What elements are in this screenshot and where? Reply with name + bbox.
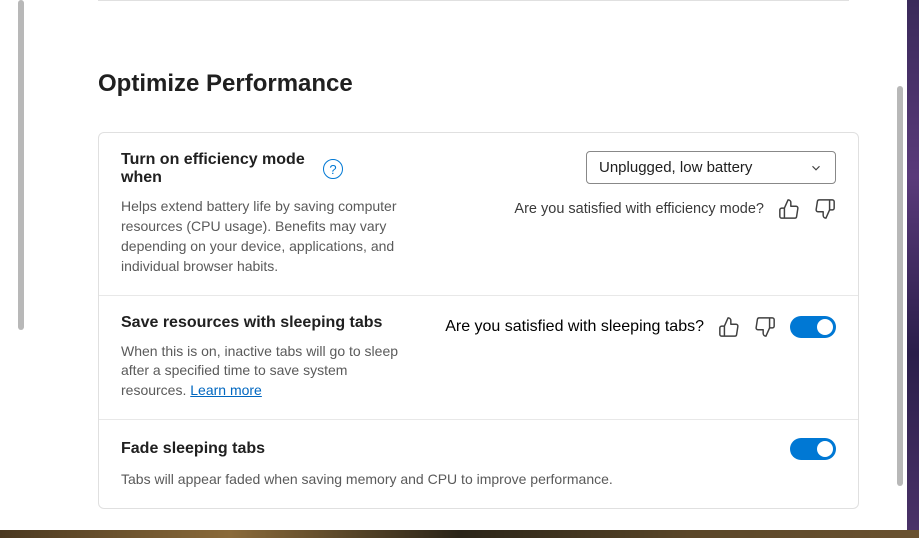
efficiency-left: Turn on efficiency mode when ? Helps ext… [121, 151, 406, 277]
chevron-down-icon [809, 161, 823, 175]
efficiency-right: Unplugged, low battery Are you satisfied… [406, 151, 836, 220]
section-title: Optimize Performance [98, 70, 859, 98]
efficiency-row: Turn on efficiency mode when ? Helps ext… [99, 133, 858, 295]
dropdown-selected-value: Unplugged, low battery [599, 159, 752, 176]
sleeping-left: Save resources with sleeping tabs When t… [121, 314, 406, 402]
settings-content: Optimize Performance Turn on efficiency … [0, 0, 919, 530]
toggle-knob [817, 319, 833, 335]
efficiency-mode-dropdown[interactable]: Unplugged, low battery [586, 151, 836, 184]
efficiency-title: Turn on efficiency mode when [121, 151, 311, 187]
efficiency-feedback: Are you satisfied with efficiency mode? [514, 198, 836, 220]
desktop-background-bottom [0, 530, 919, 538]
section-divider [98, 0, 849, 1]
desktop-background-right [907, 0, 919, 530]
fade-desc: Tabs will appear faded when saving memor… [121, 470, 836, 490]
thumbs-down-icon[interactable] [814, 198, 836, 220]
fade-left: Fade sleeping tabs Tabs will appear fade… [121, 438, 836, 490]
thumbs-up-icon[interactable] [718, 316, 740, 338]
thumbs-down-icon[interactable] [754, 316, 776, 338]
performance-card: Turn on efficiency mode when ? Helps ext… [98, 132, 859, 509]
fade-tabs-row: Fade sleeping tabs Tabs will appear fade… [99, 419, 858, 508]
efficiency-desc: Helps extend battery life by saving comp… [121, 197, 406, 277]
inner-scrollbar[interactable] [897, 86, 903, 486]
sleeping-desc: When this is on, inactive tabs will go t… [121, 342, 406, 402]
learn-more-link[interactable]: Learn more [190, 382, 262, 398]
sleeping-feedback-label: Are you satisfied with sleeping tabs? [445, 318, 704, 336]
fade-title: Fade sleeping tabs [121, 440, 265, 458]
sleeping-tabs-row: Save resources with sleeping tabs When t… [99, 295, 858, 420]
sleeping-title: Save resources with sleeping tabs [121, 314, 406, 332]
outer-scrollbar[interactable] [18, 0, 24, 330]
sleeping-tabs-toggle[interactable] [790, 316, 836, 338]
toggle-knob [817, 441, 833, 457]
efficiency-feedback-label: Are you satisfied with efficiency mode? [514, 201, 764, 217]
thumbs-up-icon[interactable] [778, 198, 800, 220]
fade-tabs-toggle[interactable] [790, 438, 836, 460]
help-icon[interactable]: ? [323, 159, 343, 179]
sleeping-right: Are you satisfied with sleeping tabs? [406, 314, 836, 338]
